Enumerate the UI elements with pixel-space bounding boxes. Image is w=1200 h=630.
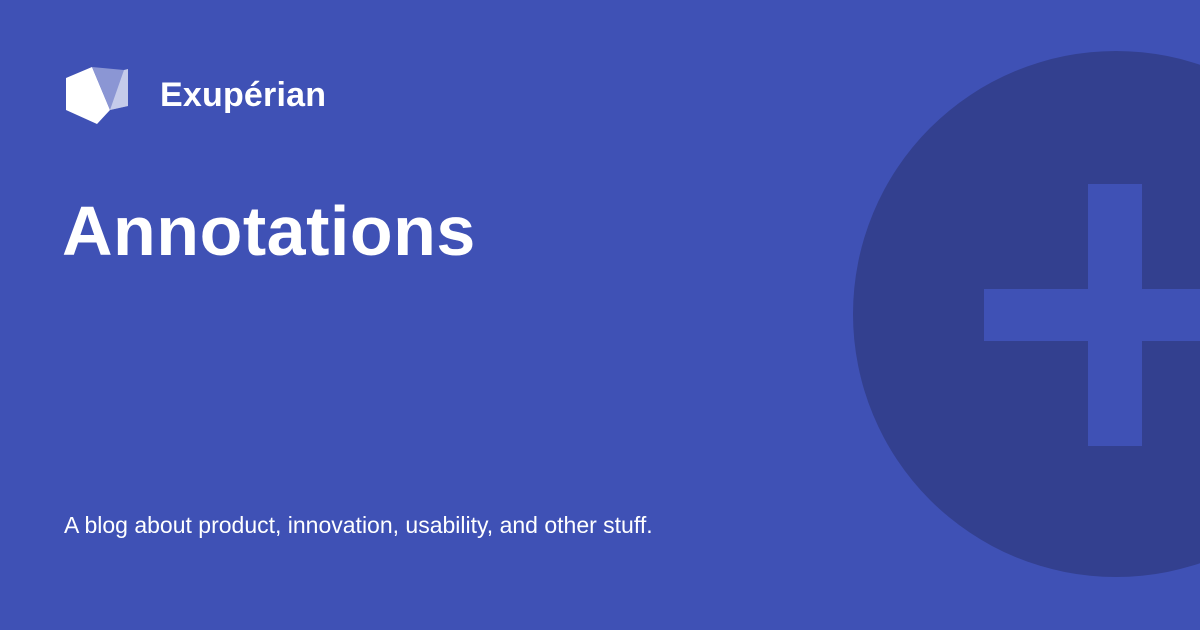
plus-icon — [984, 184, 1200, 446]
brand-name: Exupérian — [160, 76, 327, 114]
tagline: A blog about product, innovation, usabil… — [64, 512, 653, 538]
brand-header: Exupérian — [64, 66, 326, 124]
exuperian-logo-icon — [66, 67, 128, 124]
decorative-circle — [853, 51, 1200, 577]
page-title: Annotations — [62, 192, 476, 270]
